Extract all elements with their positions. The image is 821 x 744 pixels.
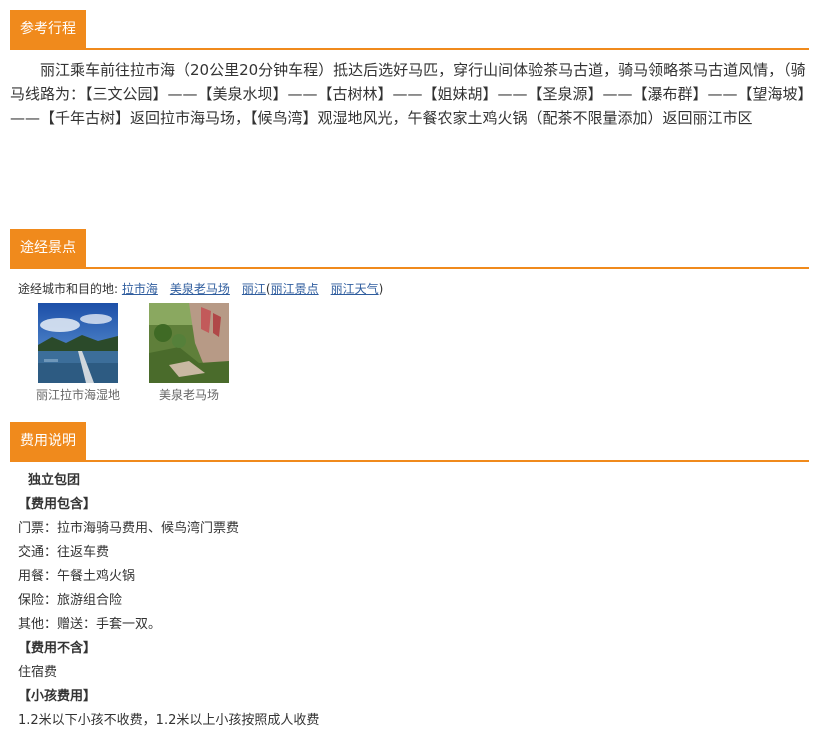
itinerary-section-header: 参考行程 <box>10 10 809 50</box>
fees-section-title: 费用说明 <box>10 422 86 460</box>
link-meiquan-horse-farm[interactable]: 美泉老马场 <box>170 282 230 296</box>
fee-excluded-item: 住宿费 <box>18 665 58 680</box>
fee-package: 独立包团 <box>28 473 81 488</box>
lake-photo-icon[interactable] <box>38 303 118 383</box>
route-label: 途经城市和目的地: <box>18 282 119 296</box>
fee-included-item: 用餐：午餐土鸡火锅 <box>18 569 136 584</box>
spots-section-header: 途经景点 <box>10 229 809 269</box>
paren-close: ) <box>378 282 384 296</box>
link-lijiang-weather[interactable]: 丽江天气 <box>331 282 379 296</box>
route-line: 途经城市和目的地: 拉市海 美泉老马场 丽江(丽江景点 丽江天气) <box>18 280 383 298</box>
fees-section-header: 费用说明 <box>10 422 809 462</box>
fee-included-item: 保险：旅游组合险 <box>18 593 123 608</box>
fee-child-header: 【小孩费用】 <box>18 689 97 704</box>
link-lashihai[interactable]: 拉市海 <box>122 282 158 296</box>
link-lijiang[interactable]: 丽江 <box>242 282 266 296</box>
fee-included-item: 门票：拉市海骑马费用、候鸟湾门票费 <box>18 521 240 536</box>
fee-included-item: 交通：往返车费 <box>18 545 110 560</box>
lake-photo-caption: 丽江拉市海湿地 <box>35 388 120 402</box>
mountain-photo-icon[interactable] <box>149 303 229 383</box>
itinerary-text: 丽江乘车前往拉市海（20公里20分钟车程）抵达后选好马匹，穿行山间体验茶马古道，… <box>10 61 806 127</box>
itinerary-section-title: 参考行程 <box>10 10 86 48</box>
fee-excluded-header: 【费用不含】 <box>18 641 97 656</box>
fee-included-header: 【费用包含】 <box>18 497 97 512</box>
link-lijiang-spots[interactable]: 丽江景点 <box>271 282 319 296</box>
fee-child-item: 1.2米以下小孩不收费，1.2米以上小孩按照成人收费 <box>18 713 320 728</box>
mountain-photo-caption: 美泉老马场 <box>158 388 219 402</box>
spots-section-title: 途经景点 <box>10 229 86 267</box>
fee-included-item: 其他：赠送：手套一双。 <box>18 617 162 632</box>
